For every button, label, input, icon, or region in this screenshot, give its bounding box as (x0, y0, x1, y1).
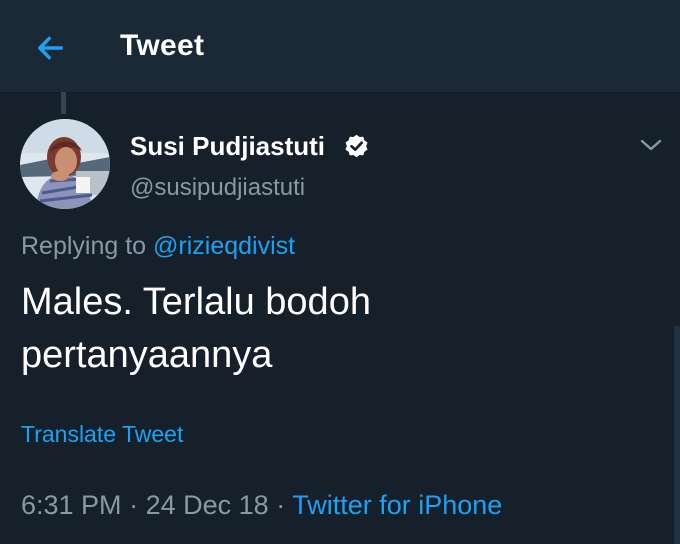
tweet-text: Males. Terlalu bodoh pertanyaannya (21, 276, 621, 382)
verified-badge-icon (345, 134, 368, 158)
tweet-meta: 6:31 PM · 24 Dec 18 · Twitter for iPhone (21, 490, 502, 521)
tweet-time: 6:31 PM (21, 490, 122, 520)
author-name[interactable]: Susi Pudjiastuti (130, 131, 325, 162)
tweet-text-line: pertanyaannya (21, 334, 273, 376)
thread-connector-line (61, 92, 66, 114)
author-handle[interactable]: @susipudjiastuti (130, 174, 305, 202)
tweet-text-line: Males. Terlalu bodoh (21, 281, 371, 323)
tweet-date: 24 Dec 18 (145, 490, 269, 520)
arrow-left-icon (38, 36, 64, 60)
chevron-down-icon[interactable] (638, 134, 664, 156)
page-title: Tweet (120, 29, 205, 62)
avatar[interactable] (20, 119, 110, 209)
scrollbar[interactable] (674, 326, 680, 544)
translate-tweet-link[interactable]: Translate Tweet (21, 421, 183, 448)
replying-to-label: Replying to (21, 232, 147, 260)
tweet-source-link[interactable]: Twitter for iPhone (292, 490, 502, 520)
app-header: Tweet (0, 0, 680, 93)
back-button[interactable] (28, 26, 72, 70)
replying-to-line: Replying to @rizieqdivist (21, 232, 295, 261)
reply-mention-link[interactable]: @rizieqdivist (153, 232, 295, 260)
meta-separator: · (276, 490, 286, 520)
meta-separator: · (129, 490, 139, 520)
avatar-photo (20, 119, 110, 209)
